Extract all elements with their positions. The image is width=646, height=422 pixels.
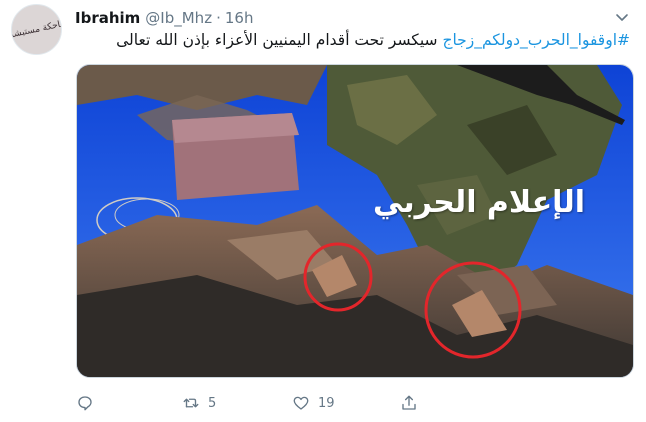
avatar-text: ضاحكة مستبشرة [11,17,62,42]
tweet-media[interactable]: الإعلام الحربي [76,64,634,378]
reply-button[interactable] [76,394,94,412]
tweet-header: Ibrahim @Ib_Mhz · 16h [75,8,253,28]
hashtag-link[interactable]: #اوقفوا_الحرب_دولكم_زجاج [442,31,630,49]
tweet-body: سيكسر تحت أقدام اليمنيين الأعزاء بإذن ال… [116,31,443,49]
author-name[interactable]: Ibrahim [75,9,140,27]
tweet-actions: 5 19 [76,394,476,416]
tweet-text: #اوقفوا_الحرب_دولكم_زجاج سيكسر تحت أقدام… [75,30,630,50]
share-button[interactable] [400,394,418,412]
author-handle[interactable]: @Ib_Mhz [145,9,212,27]
separator-dot: · [216,9,221,27]
retweet-icon [183,398,199,408]
reply-icon [78,396,92,411]
retweet-count: 5 [208,395,217,411]
media-overlay-text: الإعلام الحربي [373,185,585,220]
retweet-button[interactable]: 5 [182,394,216,412]
tweet-card[interactable]: ضاحكة مستبشرة Ibrahim @Ib_Mhz · 16h #اوق… [0,0,646,422]
heart-icon [293,396,309,410]
chevron-down-icon[interactable] [614,9,630,25]
avatar[interactable]: ضاحكة مستبشرة [11,4,62,55]
timestamp[interactable]: 16h [225,9,254,27]
like-button[interactable]: 19 [292,394,335,412]
media-photo [77,65,633,377]
like-count: 19 [318,395,335,411]
share-icon [402,395,416,410]
